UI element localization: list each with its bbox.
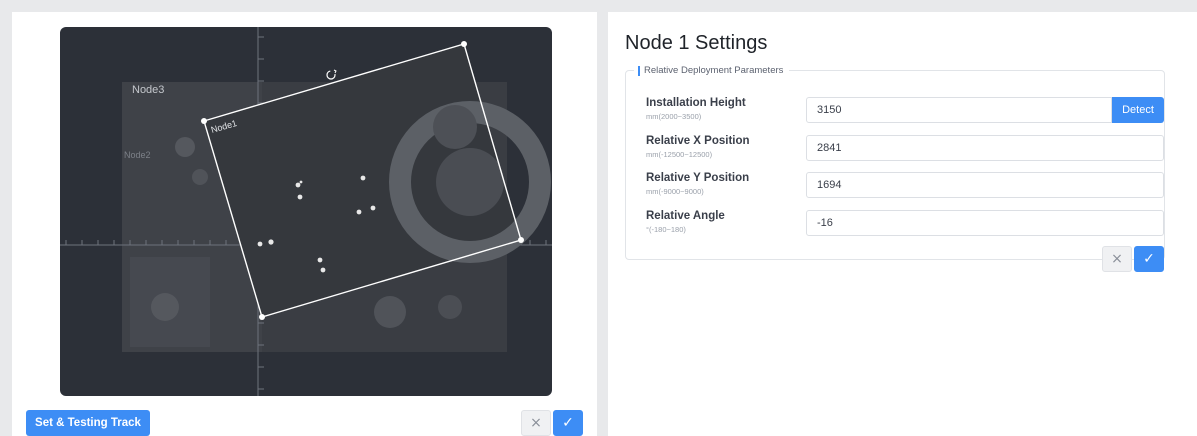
resize-handle-top-left[interactable]: [201, 118, 207, 124]
node-settings-panel: Node 1 Settings Relative Deployment Para…: [608, 12, 1197, 436]
deployment-parameters-group: Relative Deployment Parameters Installat…: [625, 65, 1166, 272]
floor-center: [436, 148, 504, 216]
check-icon: ✓: [562, 415, 574, 431]
relative-x-row: Relative X Position mm(-12500~12500): [646, 135, 1166, 163]
relative-y-input[interactable]: [806, 172, 1164, 198]
set-testing-track-button[interactable]: Set & Testing Track: [26, 410, 150, 436]
object-blob: [151, 293, 179, 321]
relative-angle-input[interactable]: [806, 210, 1164, 236]
relative-y-label: Relative Y Position: [646, 172, 750, 184]
settings-confirm-button[interactable]: ✓: [1134, 246, 1164, 272]
object-blob: [192, 169, 208, 185]
detect-button[interactable]: Detect: [1112, 97, 1164, 123]
radar-canvas[interactable]: Node3 Node1 Node2: [60, 27, 552, 396]
cancel-button[interactable]: ×: [521, 410, 551, 436]
object-blob: [433, 105, 477, 149]
relative-x-range: mm(-12500~12500): [646, 150, 713, 159]
relative-angle-range: °(-180~180): [646, 225, 686, 234]
node2-label: Node2: [124, 150, 151, 160]
resize-handle-bottom-left[interactable]: [259, 314, 265, 320]
legend-text: Relative Deployment Parameters: [644, 65, 784, 76]
installation-height-input[interactable]: [806, 97, 1112, 123]
group-legend: Relative Deployment Parameters: [634, 65, 790, 76]
rotate-handle-icon[interactable]: [326, 69, 337, 80]
object-blob: [374, 296, 406, 328]
check-icon: ✓: [1143, 251, 1155, 267]
installation-height-label: Installation Height: [646, 97, 746, 109]
confirm-button[interactable]: ✓: [553, 410, 583, 436]
node3-label: Node3: [132, 84, 164, 96]
relative-x-input[interactable]: [806, 135, 1164, 161]
page-title: Node 1 Settings: [625, 32, 768, 54]
object-blob: [438, 295, 462, 319]
installation-height-row: Installation Height mm(2000~3500) Detect: [646, 97, 1166, 125]
resize-handle-top-right[interactable]: [461, 41, 467, 47]
installation-height-range: mm(2000~3500): [646, 112, 702, 121]
relative-x-label: Relative X Position: [646, 135, 750, 147]
radar-scene: Node3 Node1 Node2: [60, 27, 552, 396]
relative-y-range: mm(-9000~9000): [646, 187, 704, 196]
relative-angle-row: Relative Angle °(-180~180): [646, 210, 1166, 238]
resize-handle-bottom-right[interactable]: [518, 237, 524, 243]
close-icon: ×: [530, 415, 542, 431]
relative-angle-label: Relative Angle: [646, 210, 725, 222]
object-blob: [175, 137, 195, 157]
settings-cancel-button[interactable]: ×: [1102, 246, 1132, 272]
legend-accent-bar: [638, 65, 640, 76]
radar-view-panel: Node3 Node1 Node2 Set & Testing Track × …: [12, 12, 597, 436]
relative-y-row: Relative Y Position mm(-9000~9000): [646, 172, 1166, 200]
close-icon: ×: [1111, 251, 1123, 267]
